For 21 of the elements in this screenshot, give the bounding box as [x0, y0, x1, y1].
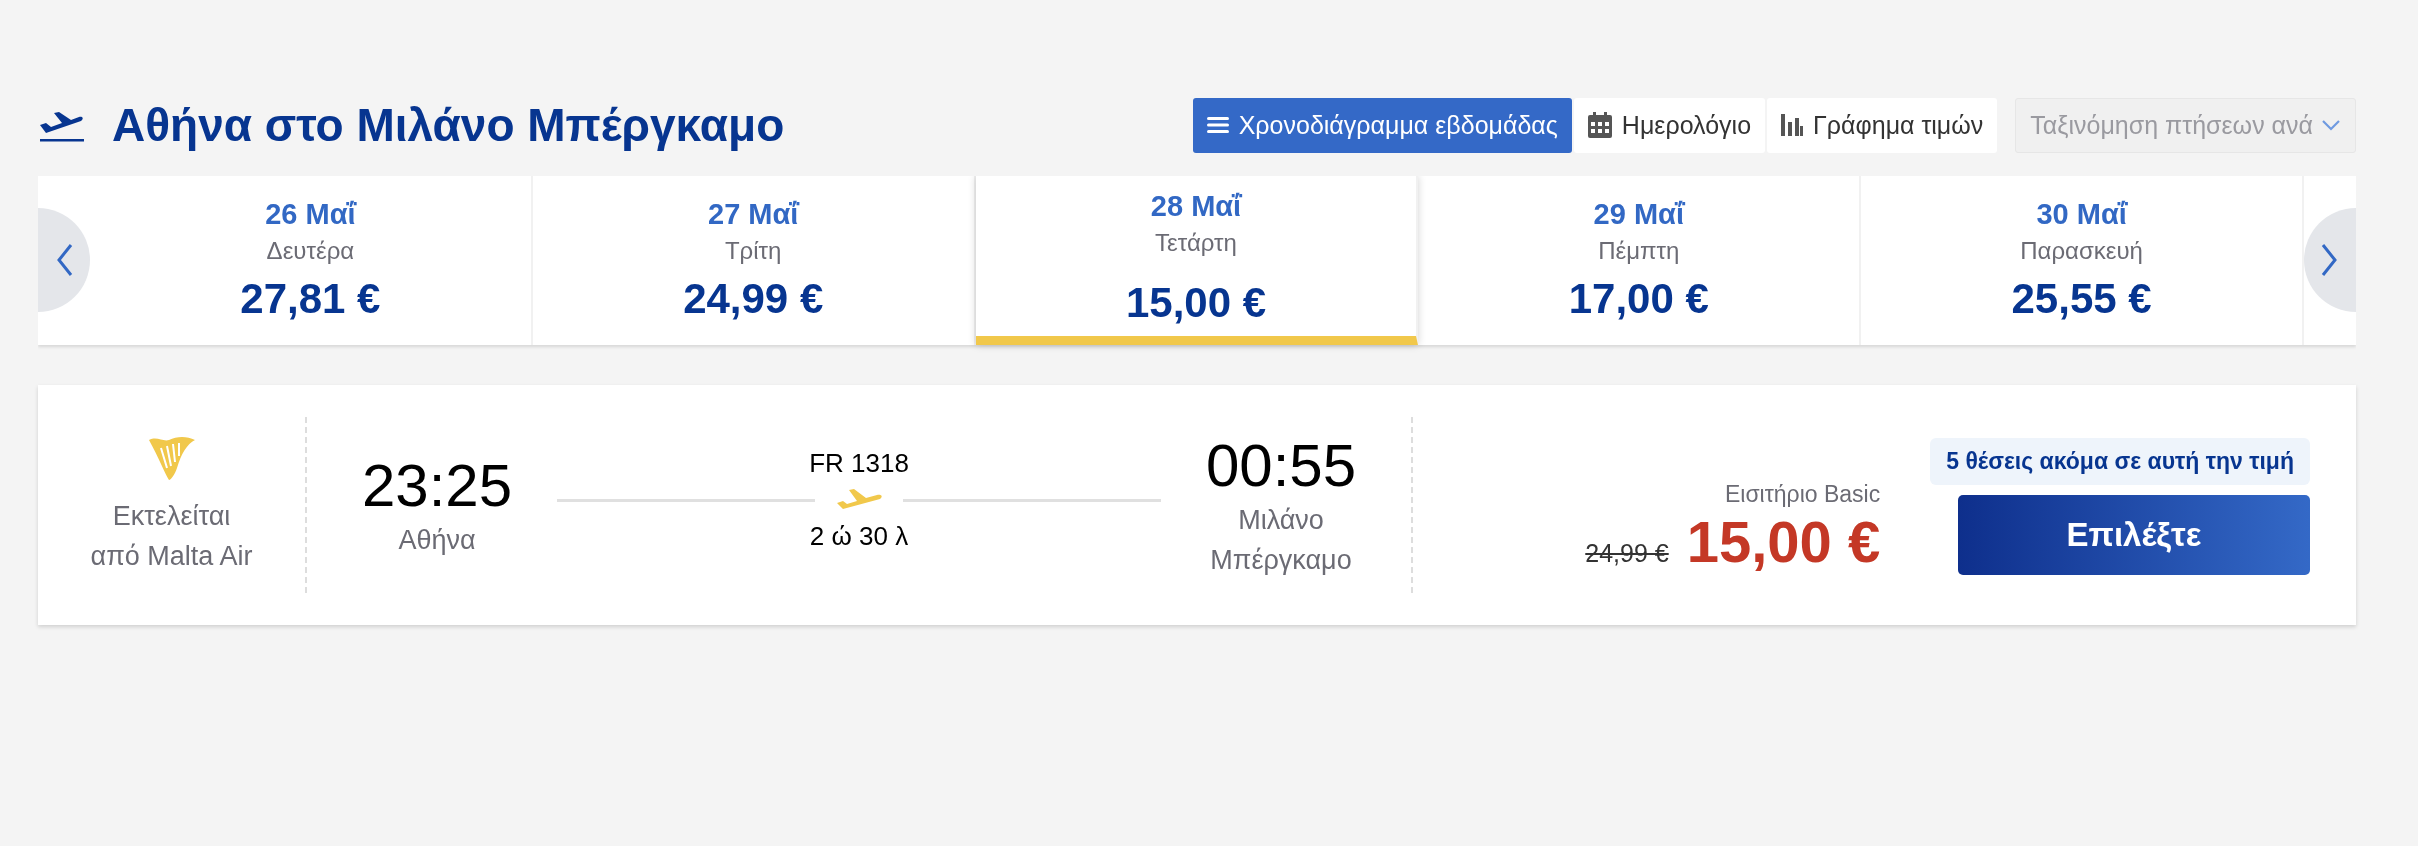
seats-notice: 5 θέσεις ακόμα σε αυτή την τιμή — [1930, 438, 2310, 485]
date-tab[interactable]: 29 Μαΐ Πέμπτη 17,00 € — [1418, 176, 1862, 345]
view-tab[interactable]: Χρονοδιάγραμμα εβδομάδας — [1192, 97, 1572, 153]
view-tab[interactable]: Ημερολόγιο — [1573, 97, 1766, 153]
departure-time: 23:25 — [361, 450, 513, 520]
select-button[interactable]: Επιλέξτε — [1958, 495, 2310, 575]
page-title: Αθήνα στο Μιλάνο Μπέργκαμο — [112, 98, 785, 152]
date-tab[interactable]: 27 Μαΐ Τρίτη 24,99 € — [532, 176, 976, 345]
view-tab[interactable]: Γράφημα τιμών — [1767, 97, 1998, 153]
date-tab[interactable]: 26 Μαΐ Δευτέρα 27,81 € — [90, 176, 533, 345]
arrival-time: 00:55 — [1205, 430, 1357, 500]
departure-city: Αθήνα — [397, 523, 477, 557]
flight-duration: 2 ώ 30 λ — [809, 521, 909, 552]
date-tab[interactable]: 30 Μαΐ Παρασκευή 25,55 € — [1861, 176, 2304, 345]
operator-label: Εκτελείται από Malta Air — [89, 500, 254, 573]
old-price: 24,99 € — [1585, 539, 1669, 568]
fare-name: Εισιτήριο Basic — [1724, 481, 1881, 508]
fare-price: 15,00 € — [1686, 508, 1881, 575]
flight-number: FR 1318 — [809, 448, 909, 479]
arrival-city: Μιλάνο Μπέργκαμο — [1209, 503, 1353, 577]
date-tab[interactable]: 28 Μαΐ Τετάρτη 15,00 € — [975, 176, 1419, 345]
